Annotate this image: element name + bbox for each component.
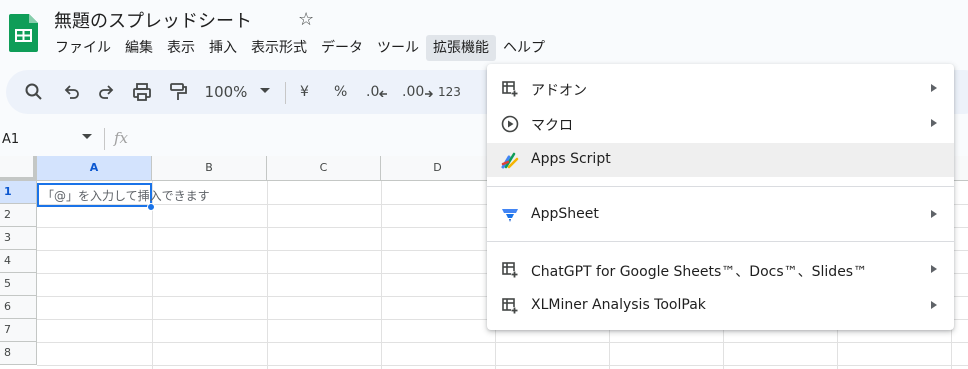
submenu-arrow-icon bbox=[931, 119, 937, 127]
print-icon[interactable] bbox=[132, 82, 152, 102]
column-header-a[interactable]: A bbox=[37, 156, 152, 181]
more-formats-button[interactable]: 123 bbox=[438, 82, 461, 102]
undo-icon[interactable] bbox=[62, 82, 82, 102]
addon-icon bbox=[501, 297, 519, 315]
menu-item-label: Apps Script bbox=[531, 151, 611, 167]
menu-tools[interactable]: ツール bbox=[370, 35, 426, 61]
zoom-chevron-down-icon[interactable] bbox=[260, 88, 270, 93]
column-header-d[interactable]: D bbox=[381, 156, 495, 181]
menu-data[interactable]: データ bbox=[314, 35, 370, 61]
menu-item-label: AppSheet bbox=[531, 206, 599, 222]
zoom-select[interactable]: 100% bbox=[202, 82, 250, 102]
menu-item-label: アドオン bbox=[531, 83, 587, 99]
menu-help[interactable]: ヘルプ bbox=[496, 35, 552, 61]
menu-divider bbox=[487, 241, 954, 242]
column-header-b[interactable]: B bbox=[152, 156, 267, 181]
addon-icon bbox=[501, 261, 519, 279]
row-header-8[interactable]: 8 bbox=[0, 342, 37, 365]
row-gridline bbox=[37, 365, 968, 366]
row-gridline bbox=[37, 342, 968, 343]
menu-view[interactable]: 表示 bbox=[160, 35, 202, 61]
menu-bar: ファイル 編集 表示 挿入 表示形式 データ ツール 拡張機能 ヘルプ bbox=[48, 35, 552, 61]
apps-script-icon bbox=[501, 151, 519, 169]
name-box[interactable]: A1 bbox=[0, 130, 100, 150]
menu-item-xlminer-addon[interactable]: XLMiner Analysis ToolPak bbox=[487, 289, 954, 323]
toolbar-divider bbox=[285, 82, 286, 104]
extensions-menu: アドオン マクロ Apps Script AppSheet ChatGPT fo… bbox=[487, 64, 954, 330]
document-title[interactable]: 無題のスプレッドシート bbox=[54, 7, 252, 33]
macro-play-icon bbox=[501, 115, 519, 133]
menu-item-appsheet[interactable]: AppSheet bbox=[487, 198, 954, 232]
search-icon[interactable] bbox=[24, 82, 44, 102]
select-all-corner[interactable] bbox=[0, 156, 37, 181]
appsheet-icon bbox=[501, 206, 519, 224]
menu-format[interactable]: 表示形式 bbox=[244, 35, 314, 61]
star-icon[interactable]: ☆ bbox=[298, 9, 314, 30]
row-header-3[interactable]: 3 bbox=[0, 227, 37, 250]
decrease-decimal-button[interactable]: .0 bbox=[366, 82, 388, 102]
menu-item-label: ChatGPT for Google Sheets™、Docs™、Slides™ bbox=[531, 264, 868, 280]
submenu-arrow-icon bbox=[931, 265, 937, 273]
submenu-arrow-icon bbox=[931, 210, 937, 218]
submenu-arrow-icon bbox=[931, 301, 937, 309]
formula-divider bbox=[104, 128, 105, 150]
column-gridline bbox=[381, 181, 382, 369]
menu-insert[interactable]: 挿入 bbox=[202, 35, 244, 61]
menu-divider bbox=[487, 186, 954, 187]
submenu-arrow-icon bbox=[931, 84, 937, 92]
sheets-logo-icon[interactable] bbox=[9, 14, 38, 52]
menu-item-label: マクロ bbox=[531, 118, 573, 134]
menu-item-apps-script[interactable]: Apps Script bbox=[487, 143, 954, 177]
row-header-1[interactable]: 1 bbox=[0, 181, 37, 204]
fx-icon: fx bbox=[114, 129, 129, 147]
currency-format-button[interactable]: ¥ bbox=[300, 82, 309, 102]
column-gridline bbox=[267, 181, 268, 369]
active-cell-hint: 「@」を入力して挿入できます bbox=[42, 189, 210, 203]
column-header-c[interactable]: C bbox=[267, 156, 381, 181]
menu-item-addons[interactable]: アドオン bbox=[487, 72, 954, 106]
sheets-window: 無題のスプレッドシート ☆ ファイル 編集 表示 挿入 表示形式 データ ツール… bbox=[0, 0, 968, 369]
increase-decimal-button[interactable]: .00 bbox=[402, 82, 434, 102]
fill-handle[interactable] bbox=[147, 203, 155, 211]
row-header-7[interactable]: 7 bbox=[0, 319, 37, 342]
menu-item-label: XLMiner Analysis ToolPak bbox=[531, 297, 706, 313]
name-box-value: A1 bbox=[2, 132, 20, 147]
paint-format-icon[interactable] bbox=[168, 82, 188, 102]
menu-item-chatgpt-addon[interactable]: ChatGPT for Google Sheets™、Docs™、Slides™ bbox=[487, 253, 954, 287]
decrease-decimal-label: .0 bbox=[366, 84, 380, 100]
name-box-chevron-down-icon[interactable] bbox=[82, 134, 92, 139]
menu-file[interactable]: ファイル bbox=[48, 35, 118, 61]
menu-item-macros[interactable]: マクロ bbox=[487, 107, 954, 141]
menu-edit[interactable]: 編集 bbox=[118, 35, 160, 61]
row-header-4[interactable]: 4 bbox=[0, 250, 37, 273]
redo-icon[interactable] bbox=[96, 82, 116, 102]
increase-decimal-label: .00 bbox=[402, 84, 425, 100]
percent-format-button[interactable]: % bbox=[334, 82, 347, 102]
row-header-5[interactable]: 5 bbox=[0, 273, 37, 296]
row-header-2[interactable]: 2 bbox=[0, 204, 37, 227]
menu-extensions[interactable]: 拡張機能 bbox=[426, 35, 496, 61]
row-header-6[interactable]: 6 bbox=[0, 296, 37, 319]
addon-icon bbox=[501, 80, 519, 98]
